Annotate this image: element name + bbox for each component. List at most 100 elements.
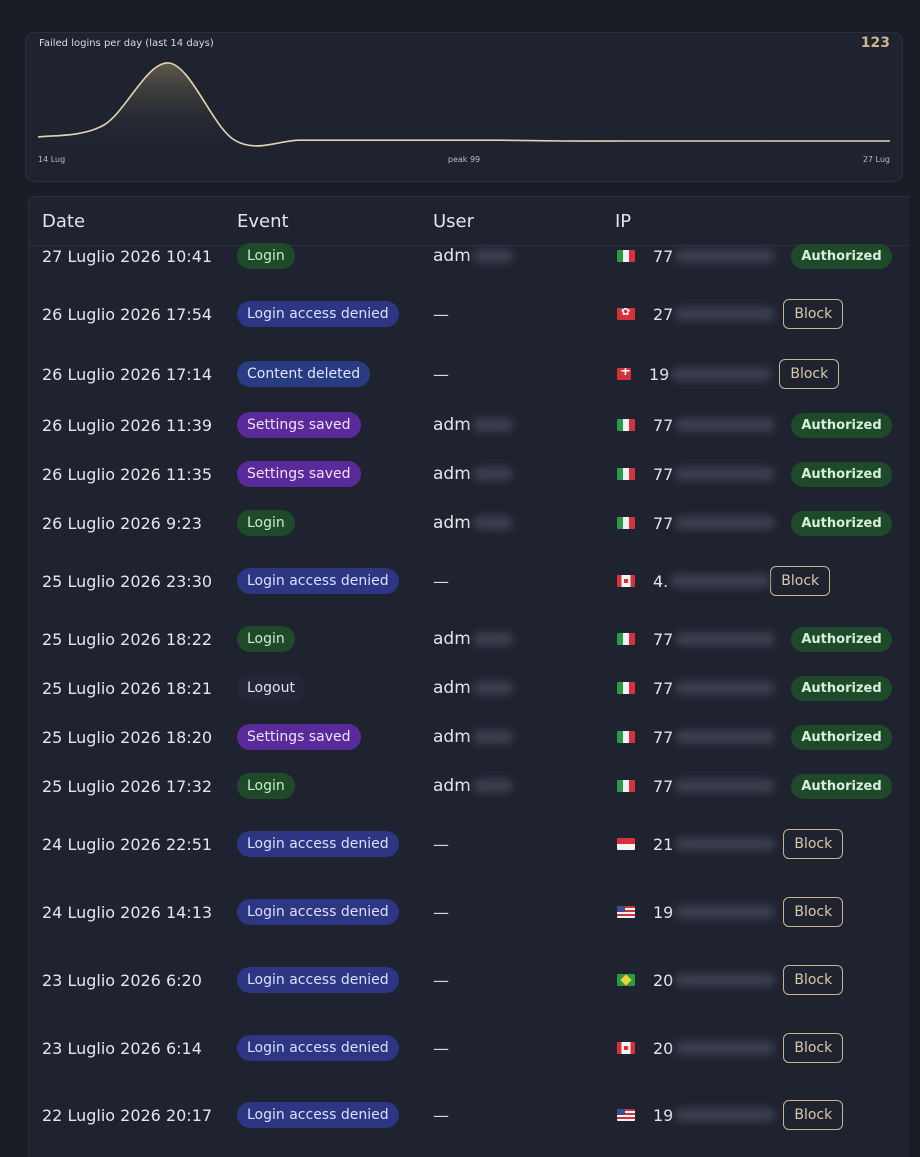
redacted-ip (675, 973, 776, 987)
date-cell: 24 Luglio 2026 14:13 (42, 897, 212, 927)
event-cell: Login (237, 624, 295, 654)
redacted-ip (675, 249, 776, 263)
date-text: 24 Luglio 2026 22:51 (42, 834, 213, 854)
redacted-ip (675, 307, 776, 321)
redacted-username (472, 779, 513, 793)
ip-cell: 77 Authorized (617, 722, 892, 752)
country-flag-icon (617, 974, 635, 986)
user-text: — (433, 571, 449, 591)
date-text: 23 Luglio 2026 6:20 (42, 970, 202, 990)
redacted-username (472, 249, 513, 263)
date-cell: 26 Luglio 2026 11:39 (42, 410, 212, 440)
ip-text: 77 (653, 513, 674, 533)
ip-cell: 77 Authorized (617, 673, 892, 703)
block-ip-button[interactable]: Block (783, 299, 844, 329)
table-row: 25 Luglio 2026 23:30 Login access denied —… (29, 566, 909, 596)
user-text: — (433, 1105, 449, 1125)
ip-cell: 27 Block (617, 299, 844, 329)
country-flag-icon (617, 1042, 635, 1054)
block-ip-button[interactable]: Block (783, 1100, 844, 1130)
chart-peak-label: peak 99 (447, 155, 481, 164)
authorized-badge: Authorized (791, 626, 892, 652)
user-text: adm (433, 513, 471, 533)
block-ip-button[interactable]: Block (783, 897, 844, 927)
event-cell: Login (237, 508, 295, 538)
event-cell: Login access denied (237, 897, 399, 927)
country-flag-icon (617, 906, 635, 918)
event-cell: Login (237, 241, 295, 271)
ip-cell: 4. Block (617, 566, 831, 596)
event-cell: Login access denied (237, 965, 399, 995)
block-ip-button[interactable]: Block (783, 829, 844, 859)
user-text: adm (433, 246, 471, 266)
date-cell: 27 Luglio 2026 10:41 (42, 241, 212, 271)
user-text: — (433, 1038, 449, 1058)
table-row: 26 Luglio 2026 11:35 Settings saved adm 77 A… (29, 459, 909, 489)
ip-text: 77 (653, 629, 674, 649)
table-row: 26 Luglio 2026 17:14 Content deleted — 19 Bl… (29, 359, 909, 389)
ip-text: 20 (653, 970, 674, 990)
redacted-ip (675, 516, 776, 530)
redacted-username (472, 516, 513, 530)
user-text: adm (433, 678, 471, 698)
redacted-username (472, 467, 513, 481)
block-ip-button[interactable]: Block (779, 359, 840, 389)
event-badge: Login (237, 243, 295, 269)
header-ip[interactable]: IP (615, 211, 631, 232)
ip-text: 77 (653, 776, 674, 796)
ip-cell: 77 Authorized (617, 508, 892, 538)
date-cell: 26 Luglio 2026 17:54 (42, 299, 212, 329)
user-text: — (433, 364, 449, 384)
redacted-ip (675, 418, 776, 432)
ip-cell: 19 Block (617, 1100, 844, 1130)
event-cell: Logout (237, 673, 305, 703)
activity-log-table: Date Event User IP 27 Luglio 2026 10:41 L… (28, 196, 909, 1157)
user-cell: adm (433, 722, 513, 752)
header-event[interactable]: Event (237, 211, 289, 232)
redacted-ip (675, 837, 776, 851)
ip-cell: 21 Block (617, 829, 844, 859)
date-cell: 23 Luglio 2026 6:20 (42, 965, 202, 995)
redacted-ip (675, 681, 776, 695)
event-cell: Settings saved (237, 459, 361, 489)
event-badge: Content deleted (237, 361, 371, 387)
ip-text: 4. (653, 571, 669, 591)
user-cell: adm (433, 771, 513, 801)
date-cell: 26 Luglio 2026 11:35 (42, 459, 212, 489)
chart-area (38, 62, 890, 151)
date-text: 25 Luglio 2026 23:30 (42, 571, 213, 591)
table-row: 24 Luglio 2026 22:51 Login access denied —… (29, 829, 909, 859)
country-flag-icon (617, 517, 635, 529)
country-flag-icon (617, 633, 635, 645)
country-flag-icon (617, 468, 635, 480)
event-badge: Login access denied (237, 1035, 399, 1061)
ip-cell: 77 Authorized (617, 624, 892, 654)
user-cell: — (433, 1033, 449, 1063)
user-cell: — (433, 359, 449, 389)
user-cell: — (433, 829, 449, 859)
user-cell: — (433, 299, 449, 329)
redacted-username (472, 730, 513, 744)
block-ip-button[interactable]: Block (770, 566, 831, 596)
user-cell: adm (433, 241, 513, 271)
date-text: 25 Luglio 2026 18:22 (42, 629, 213, 649)
redacted-username (472, 632, 513, 646)
event-badge: Login access denied (237, 899, 399, 925)
block-ip-button[interactable]: Block (783, 965, 844, 995)
event-badge: Login access denied (237, 568, 399, 594)
block-ip-button[interactable]: Block (783, 1033, 844, 1063)
redacted-username (472, 418, 513, 432)
country-flag-icon (617, 780, 635, 792)
table-row: 25 Luglio 2026 18:21 Logout adm 77 Authorize… (29, 673, 909, 703)
date-text: 23 Luglio 2026 6:14 (42, 1038, 202, 1058)
date-text: 25 Luglio 2026 18:20 (42, 727, 213, 747)
event-cell: Login access denied (237, 1100, 399, 1130)
country-flag-icon (617, 419, 635, 431)
header-date[interactable]: Date (42, 211, 85, 232)
header-user[interactable]: User (433, 211, 474, 232)
date-cell: 25 Luglio 2026 23:30 (42, 566, 212, 596)
redacted-ip (675, 905, 776, 919)
country-flag-icon (617, 838, 635, 850)
ip-cell: 19 Block (617, 359, 840, 389)
authorized-badge: Authorized (791, 461, 892, 487)
